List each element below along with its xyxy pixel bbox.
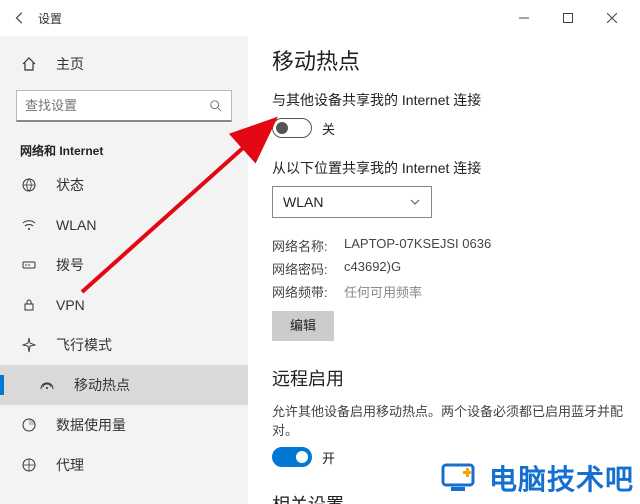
sidebar-item-proxy[interactable]: 代理 (0, 445, 248, 485)
sidebar-item-label: 数据使用量 (56, 415, 126, 435)
settings-window: 设置 主页 网络和 Internet 状态 (0, 0, 640, 504)
share-label: 与其他设备共享我的 Internet 连接 (272, 90, 640, 110)
sidebar-item-label: WLAN (56, 217, 96, 233)
share-toggle[interactable] (272, 118, 312, 138)
remote-desc: 允许其他设备启用移动热点。两个设备必须都已启用蓝牙并配对。 (272, 401, 640, 439)
sidebar-item-label: 代理 (56, 455, 84, 475)
search-wrap (0, 90, 248, 132)
net-pass-row: 网络密码: c43692)G (272, 259, 640, 278)
sidebar-item-label: VPN (56, 297, 85, 313)
remote-toggle-state: 开 (322, 448, 335, 467)
search-box[interactable] (16, 90, 232, 122)
net-band-key: 网络频带: (272, 282, 344, 301)
sidebar-category: 网络和 Internet (0, 132, 248, 165)
main-content: 移动热点 与其他设备共享我的 Internet 连接 关 从以下位置共享我的 I… (248, 36, 640, 504)
net-band-value: 任何可用频率 (344, 282, 422, 301)
net-band-row: 网络频带: 任何可用频率 (272, 282, 640, 301)
sidebar-home-label: 主页 (56, 54, 84, 74)
close-icon (607, 13, 617, 23)
net-name-key: 网络名称: (272, 236, 344, 255)
data-usage-icon (20, 416, 38, 434)
watermark-text: 电脑技术吧 (489, 458, 634, 498)
sidebar-item-airplane[interactable]: 飞行模式 (0, 325, 248, 365)
page-title: 移动热点 (272, 44, 640, 76)
window-body: 主页 网络和 Internet 状态 WLAN 拨号 (0, 36, 640, 504)
sidebar-item-wlan[interactable]: WLAN (0, 205, 248, 245)
status-icon (20, 176, 38, 194)
net-pass-key: 网络密码: (272, 259, 344, 278)
net-name-value: LAPTOP-07KSEJSI 0636 (344, 236, 491, 255)
share-from-value: WLAN (283, 194, 323, 210)
title-bar: 设置 (0, 0, 640, 36)
sidebar-item-vpn[interactable]: VPN (0, 285, 248, 325)
chevron-down-icon (409, 196, 421, 208)
remote-section: 远程启用 允许其他设备启用移动热点。两个设备必须都已启用蓝牙并配对。 开 (272, 365, 640, 467)
sidebar-item-datausage[interactable]: 数据使用量 (0, 405, 248, 445)
share-toggle-row: 关 (272, 118, 640, 138)
vpn-icon (20, 296, 38, 314)
window-title: 设置 (38, 10, 62, 27)
search-icon (209, 99, 223, 113)
sidebar-item-status[interactable]: 状态 (0, 165, 248, 205)
sidebar-item-label: 状态 (56, 175, 84, 195)
home-icon (20, 55, 38, 73)
airplane-icon (20, 336, 38, 354)
back-button[interactable] (6, 4, 34, 32)
maximize-icon (563, 13, 573, 23)
remote-heading: 远程启用 (272, 365, 640, 391)
minimize-icon (519, 13, 529, 23)
wifi-icon (20, 216, 38, 234)
window-controls (502, 3, 634, 33)
net-pass-value: c43692)G (344, 259, 401, 278)
sidebar: 主页 网络和 Internet 状态 WLAN 拨号 (0, 36, 248, 504)
sidebar-item-label: 飞行模式 (56, 335, 112, 355)
dialup-icon (20, 256, 38, 274)
share-from-select[interactable]: WLAN (272, 186, 432, 218)
watermark: 电脑技术吧 (441, 458, 634, 498)
selection-bar (0, 375, 4, 395)
sidebar-item-hotspot[interactable]: 移动热点 (0, 365, 248, 405)
sidebar-item-label: 拨号 (56, 255, 84, 275)
proxy-icon (20, 456, 38, 474)
sidebar-home[interactable]: 主页 (0, 44, 248, 84)
sidebar-item-label: 移动热点 (74, 375, 130, 395)
share-toggle-state: 关 (322, 119, 335, 138)
watermark-logo-icon (441, 461, 483, 495)
hotspot-icon (38, 376, 56, 394)
edit-button[interactable]: 编辑 (272, 311, 334, 341)
net-name-row: 网络名称: LAPTOP-07KSEJSI 0636 (272, 236, 640, 255)
arrow-left-icon (13, 11, 27, 25)
remote-toggle[interactable] (272, 447, 312, 467)
close-button[interactable] (590, 3, 634, 33)
sidebar-item-dialup[interactable]: 拨号 (0, 245, 248, 285)
maximize-button[interactable] (546, 3, 590, 33)
minimize-button[interactable] (502, 3, 546, 33)
search-input[interactable] (25, 98, 209, 113)
from-label: 从以下位置共享我的 Internet 连接 (272, 158, 640, 178)
